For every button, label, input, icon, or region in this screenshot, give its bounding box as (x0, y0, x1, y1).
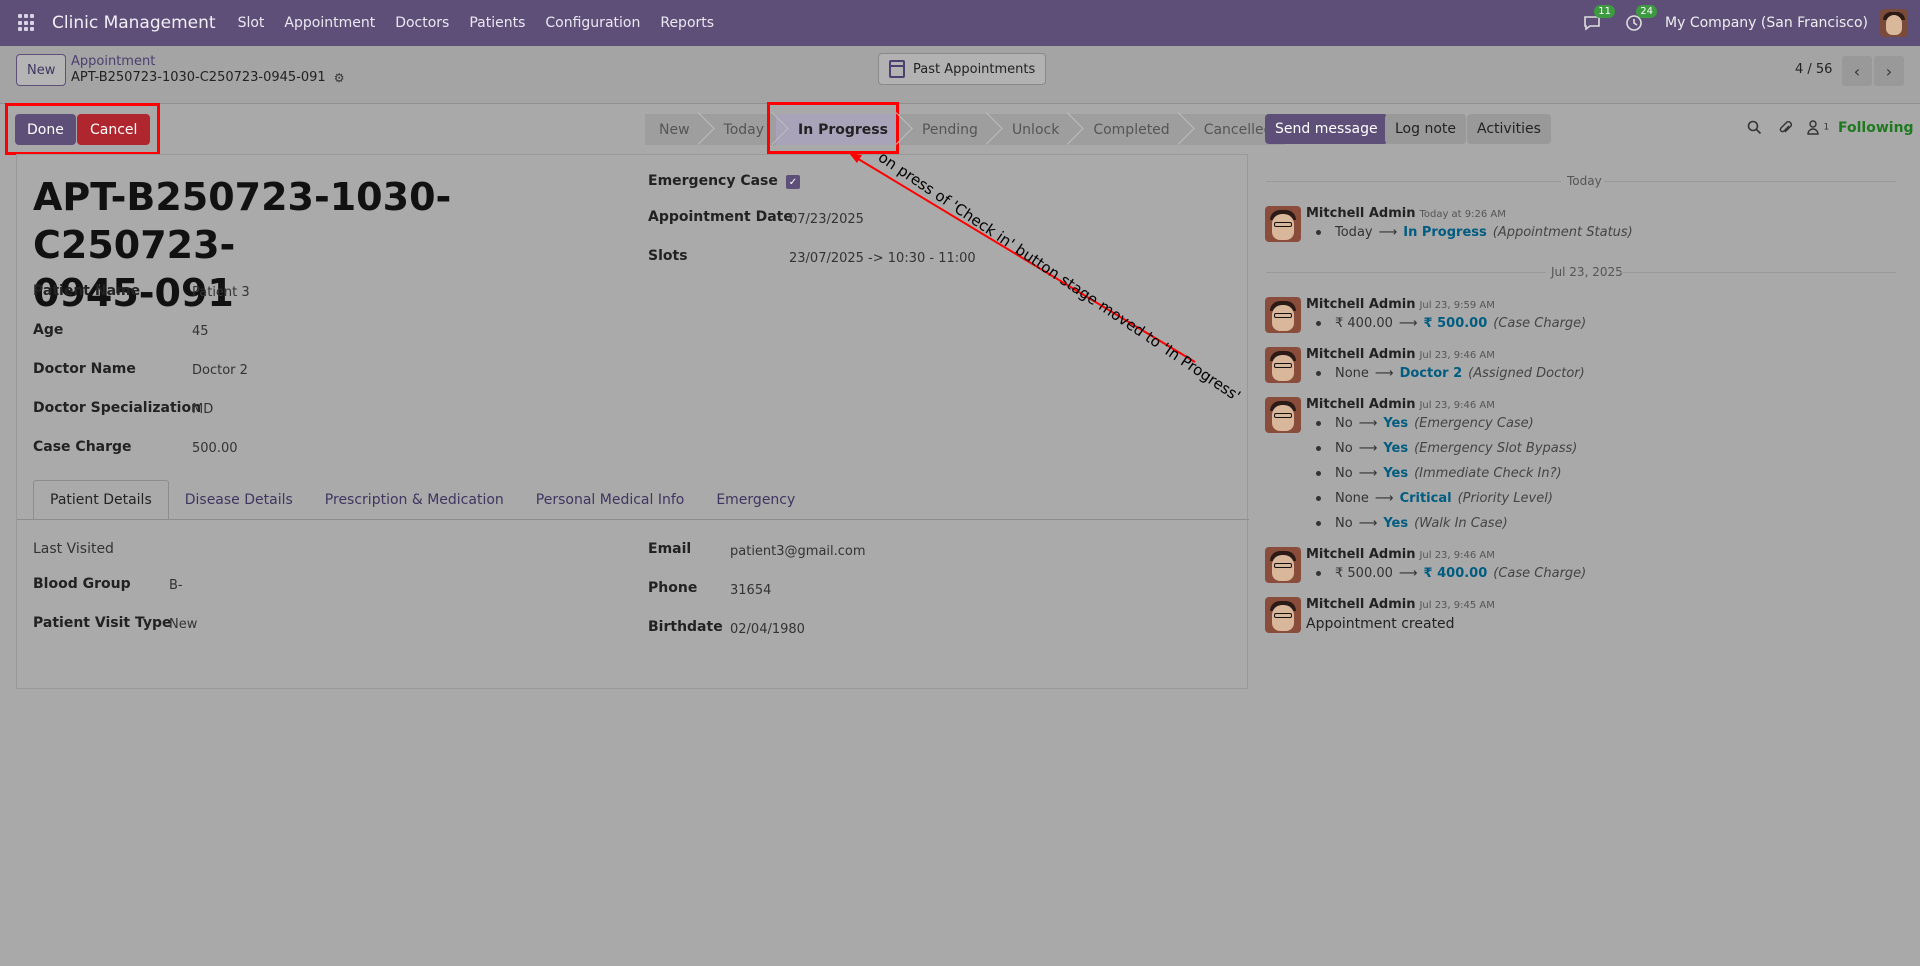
annotation-arrow (849, 153, 1196, 363)
